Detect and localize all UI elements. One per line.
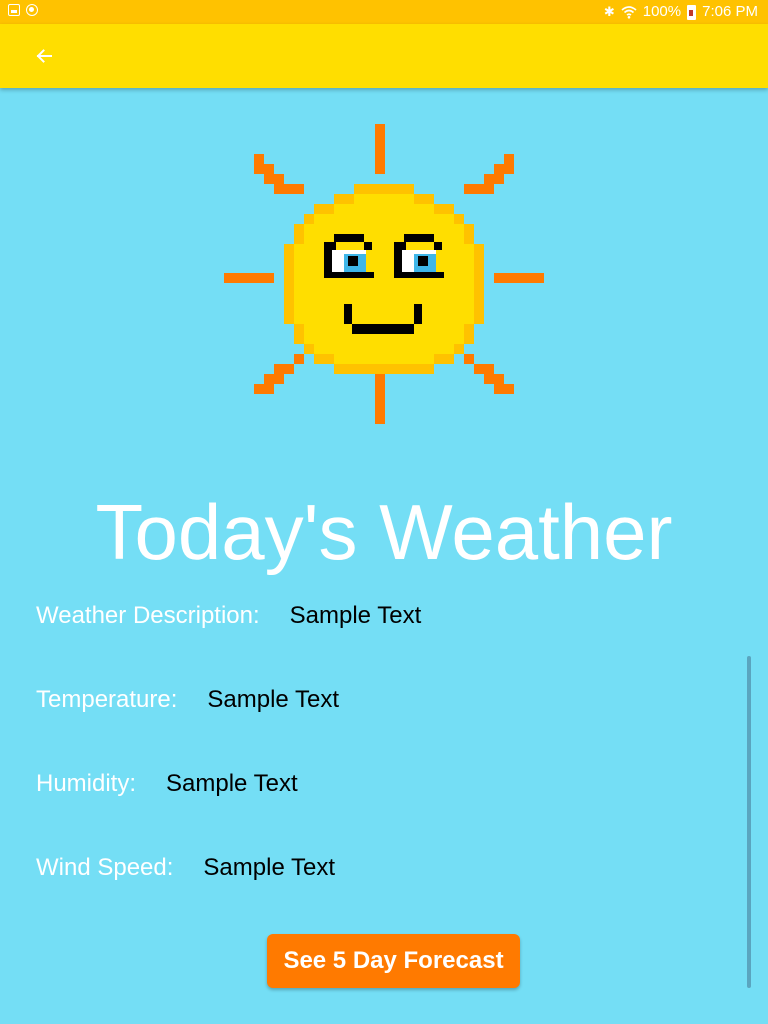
arrow-back-icon	[36, 49, 52, 63]
bluetooth-icon: ✱	[603, 4, 615, 19]
wind-speed-row: Wind Speed: Sample Text	[36, 853, 335, 883]
humidity-value: Sample Text	[166, 770, 298, 797]
temperature-value: Sample Text	[207, 686, 340, 713]
temperature-row: Temperature: Sample Text	[36, 685, 339, 715]
status-left-icons	[8, 4, 38, 16]
app-bar	[0, 24, 768, 88]
back-button[interactable]	[22, 36, 66, 76]
status-bar: ✱ 100% 7:06 PM	[0, 0, 768, 24]
wifi-icon	[621, 5, 637, 19]
sync-notification-icon	[26, 4, 38, 16]
temperature-label: Temperature:	[36, 686, 178, 713]
page-title: Today's Weather	[95, 488, 673, 576]
weather-description-value: Sample Text	[289, 602, 422, 629]
see-5-day-forecast-button[interactable]: See 5 Day Forecast	[267, 934, 520, 988]
weather-description-label: Weather Description:	[36, 602, 260, 629]
gallery-notification-icon	[8, 4, 20, 16]
humidity-row: Humidity: Sample Text	[36, 769, 298, 799]
humidity-label: Humidity:	[36, 770, 137, 797]
wind-speed-value: Sample Text	[203, 854, 336, 881]
weather-description-row: Weather Description: Sample Text	[36, 601, 421, 631]
scrollbar[interactable]	[747, 656, 751, 988]
sun-image	[224, 124, 544, 424]
status-right-icons: ✱ 100% 7:06 PM	[604, 3, 758, 21]
wind-speed-label: Wind Speed:	[36, 854, 174, 881]
clock: 7:06 PM	[702, 3, 758, 20]
battery-icon	[687, 4, 697, 20]
battery-percent: 100%	[642, 3, 682, 20]
